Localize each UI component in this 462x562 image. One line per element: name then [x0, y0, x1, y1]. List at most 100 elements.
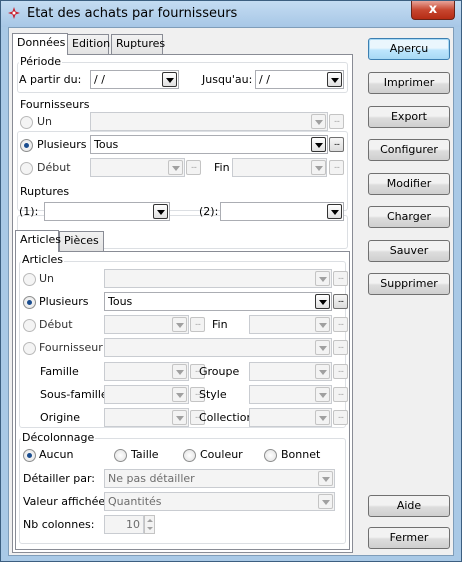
- apercu-button[interactable]: Aperçu: [368, 38, 450, 60]
- fournisseurs-un-radio[interactable]: [20, 116, 33, 129]
- fournisseurs-un-dropdown[interactable]: [311, 114, 326, 129]
- tab-label: Edition: [72, 37, 111, 50]
- app-icon: [8, 7, 20, 19]
- tab-label: Pièces: [64, 234, 99, 247]
- articles-plusieurs-label: Plusieurs: [39, 295, 89, 308]
- decolonnage-couleur-label: Couleur: [200, 448, 243, 461]
- groupe-label: Groupe: [199, 365, 240, 378]
- from-date-value: / /: [94, 73, 105, 86]
- tab-label: Données: [17, 36, 66, 49]
- fournisseurs-debut-label: Début: [37, 161, 71, 174]
- to-date-dropdown[interactable]: [327, 72, 342, 87]
- articles-fournisseur-browse[interactable]: ...: [333, 340, 348, 355]
- configurer-button[interactable]: Configurer: [368, 139, 450, 161]
- tab-pieces[interactable]: Pièces: [59, 231, 104, 251]
- articles-fournisseur-dropdown[interactable]: [315, 340, 330, 355]
- sous-famille-label: Sous-famille: [40, 388, 108, 401]
- articles-fin-browse[interactable]: ...: [333, 317, 348, 332]
- articles-debut-radio[interactable]: [23, 319, 36, 332]
- fermer-label: Fermer: [389, 531, 429, 544]
- supprimer-button[interactable]: Supprimer: [368, 273, 450, 295]
- articles-fournisseur-field[interactable]: [104, 338, 332, 357]
- sauver-button[interactable]: Sauver: [368, 240, 450, 262]
- fournisseurs-fin-dropdown[interactable]: [311, 160, 326, 175]
- groupe-browse[interactable]: ...: [333, 364, 348, 379]
- imprimer-label: Imprimer: [383, 76, 435, 89]
- fournisseurs-plusieurs-browse[interactable]: ...: [329, 137, 344, 152]
- style-browse[interactable]: ...: [333, 387, 348, 402]
- rupture1-label: (1):: [19, 205, 39, 218]
- export-button[interactable]: Export: [368, 106, 450, 128]
- fournisseurs-plusieurs-radio[interactable]: [20, 139, 33, 152]
- title-bar[interactable]: Etat des achats par fournisseurs x: [1, 1, 461, 27]
- decolonnage-bonnet-radio[interactable]: [264, 449, 277, 462]
- articles-plusieurs-dropdown[interactable]: [315, 294, 330, 309]
- articles-fin-dropdown[interactable]: [315, 317, 330, 332]
- articles-fournisseur-radio[interactable]: [23, 342, 36, 355]
- fournisseurs-un-browse[interactable]: ...: [329, 114, 344, 129]
- rupture1-dropdown[interactable]: [153, 204, 168, 219]
- fermer-button[interactable]: Fermer: [368, 527, 450, 549]
- tab-ruptures[interactable]: Ruptures: [111, 34, 165, 54]
- charger-button[interactable]: Charger: [368, 206, 450, 228]
- close-button[interactable]: x: [411, 1, 455, 20]
- articles-un-dropdown[interactable]: [315, 271, 330, 286]
- articles-un-browse[interactable]: ...: [333, 271, 348, 286]
- tab-donnees[interactable]: Données: [12, 33, 68, 55]
- articles-debut-label: Début: [39, 318, 73, 331]
- articles-un-label: Un: [39, 272, 55, 285]
- fournisseurs-fin-browse[interactable]: ...: [329, 160, 344, 175]
- window-title: Etat des achats par fournisseurs: [27, 6, 238, 21]
- aide-label: Aide: [396, 499, 422, 512]
- articles-un-radio[interactable]: [23, 273, 36, 286]
- fournisseurs-plusieurs-dropdown[interactable]: [311, 137, 326, 152]
- rupture1-field[interactable]: [44, 202, 170, 221]
- nbcol-field[interactable]: 10: [104, 515, 144, 534]
- nbcol-label: Nb colonnes:: [23, 518, 95, 531]
- groupe-dropdown[interactable]: [315, 364, 330, 379]
- articles-plusieurs-radio[interactable]: [23, 296, 36, 309]
- fournisseurs-plusieurs-field[interactable]: Tous: [90, 135, 328, 154]
- valeur-dropdown[interactable]: [318, 494, 333, 509]
- rupture2-label: (2):: [199, 205, 219, 218]
- collection-label: Collection: [199, 411, 254, 424]
- detailler-field[interactable]: Ne pas détailler: [104, 469, 335, 488]
- dialog-window: Etat des achats par fournisseurs x Donné…: [0, 0, 462, 562]
- style-dropdown[interactable]: [315, 387, 330, 402]
- articles-plusieurs-value: Tous: [108, 295, 133, 308]
- fournisseurs-un-field[interactable]: [90, 112, 328, 131]
- from-date-dropdown[interactable]: [162, 72, 177, 87]
- nbcol-spinner[interactable]: [144, 515, 155, 534]
- tab-articles[interactable]: Articles: [15, 230, 61, 252]
- modifier-button[interactable]: Modifier: [368, 173, 450, 195]
- articles-plusieurs-field[interactable]: Tous: [104, 292, 332, 311]
- articles-debut-browse[interactable]: ...: [190, 317, 205, 332]
- articles-fournisseur-label: Fournisseur: [39, 341, 103, 354]
- rupture2-field[interactable]: [220, 202, 344, 221]
- fournisseurs-debut-radio[interactable]: [20, 162, 33, 175]
- periode-title: Période: [19, 55, 63, 68]
- rupture2-dropdown[interactable]: [327, 204, 342, 219]
- decolonnage-taille-radio[interactable]: [114, 449, 127, 462]
- articles-debut-dropdown[interactable]: [172, 317, 187, 332]
- fournisseurs-title: Fournisseurs: [19, 98, 91, 111]
- modifier-label: Modifier: [386, 177, 432, 190]
- famille-dropdown[interactable]: [172, 364, 187, 379]
- tab-edition[interactable]: Edition: [67, 34, 111, 54]
- articles-plusieurs-browse[interactable]: ...: [333, 294, 348, 309]
- valeur-field[interactable]: Quantités: [104, 492, 335, 511]
- fournisseurs-fin-label: Fin: [214, 161, 230, 174]
- collection-browse[interactable]: ...: [333, 410, 348, 425]
- aide-button[interactable]: Aide: [368, 495, 450, 517]
- decolonnage-aucun-radio[interactable]: [23, 449, 36, 462]
- imprimer-button[interactable]: Imprimer: [368, 72, 450, 94]
- articles-un-field[interactable]: [104, 269, 332, 288]
- collection-dropdown[interactable]: [315, 410, 330, 425]
- to-label: Jusqu'au:: [202, 73, 253, 86]
- origine-dropdown[interactable]: [172, 410, 187, 425]
- sous-famille-dropdown[interactable]: [172, 387, 187, 402]
- fournisseurs-debut-browse[interactable]: ...: [186, 160, 201, 175]
- fournisseurs-debut-dropdown[interactable]: [168, 160, 183, 175]
- detailler-dropdown[interactable]: [318, 471, 333, 486]
- decolonnage-couleur-radio[interactable]: [183, 449, 196, 462]
